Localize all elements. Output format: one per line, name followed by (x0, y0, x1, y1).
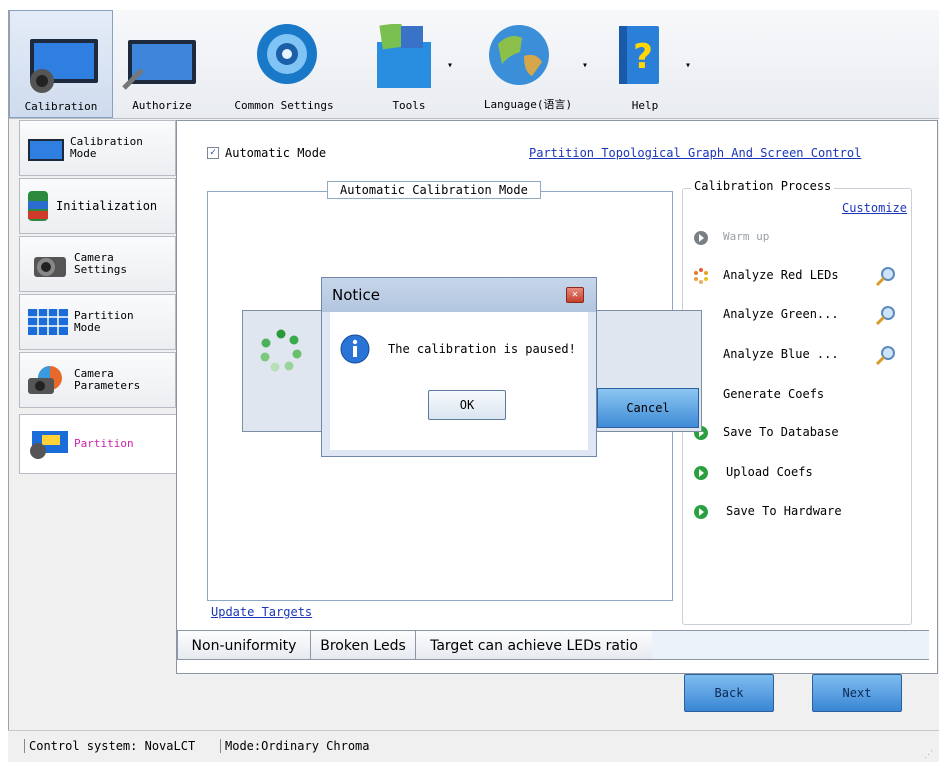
sidebar-item-sublabel: Parameters (74, 379, 141, 392)
step-label: Save To Hardware (726, 504, 842, 518)
step-label: Generate Coefs (723, 387, 825, 401)
partition-icon (30, 431, 68, 459)
magnifier-icon[interactable] (875, 344, 897, 366)
sidebar-item-sublabel: Mode (74, 321, 101, 334)
process-title: Calibration Process (691, 179, 835, 193)
tab-target-ratio[interactable]: Target can achieve LEDs ratio (415, 630, 653, 660)
sidebar: Calibration Mode Initialization Camera Set… (19, 118, 177, 708)
notice-body: The calibration is paused! OK (330, 312, 588, 450)
automatic-mode-checkbox[interactable]: ✓ (207, 147, 219, 159)
tab-broken-leds[interactable]: Broken Leds (310, 630, 416, 660)
magnifier-icon[interactable] (875, 304, 897, 326)
monitor-camera-icon (30, 39, 98, 93)
sidebar-item-calibration-mode[interactable]: Calibration Mode (19, 120, 176, 176)
step-label: Upload Coefs (726, 465, 813, 479)
sidebar-item-camera-parameters[interactable]: Camera Parameters (19, 352, 176, 408)
sidebar-item-sublabel: Mode (70, 147, 97, 160)
language-dropdown-icon[interactable]: ▾ (582, 60, 588, 71)
play-green-icon (694, 505, 708, 519)
spinner-icon (694, 268, 708, 284)
monitor-icon (28, 139, 64, 161)
automatic-mode-label: Automatic Mode (225, 146, 327, 160)
sidebar-item-initialization[interactable]: Initialization (19, 178, 176, 234)
step-done-icon (694, 231, 708, 245)
step-label: Analyze Red LEDs (723, 268, 839, 282)
step-label: Warm up (723, 230, 770, 243)
toolbar-calibration[interactable]: Calibration (9, 10, 113, 118)
info-icon (340, 334, 370, 364)
toolbar-tools-label: Tools (392, 99, 426, 112)
ok-button[interactable]: OK (428, 390, 506, 420)
update-targets-link[interactable]: Update Targets (211, 605, 312, 619)
toolbar-authorize[interactable]: Authorize (112, 10, 212, 116)
step-label: Analyze Blue ... (723, 347, 839, 361)
resize-grip-icon[interactable]: ⋰ (924, 750, 933, 760)
loading-spinner-icon (260, 329, 302, 372)
notice-message: The calibration is paused! (388, 342, 576, 356)
calibration-process-panel: Calibration Process Customize Warm up An… (682, 179, 912, 625)
group-title: Automatic Calibration Mode (327, 181, 541, 199)
svg-text:?: ? (633, 37, 653, 77)
play-green-icon (694, 466, 708, 480)
step-label: Save To Database (723, 425, 839, 439)
step-label: Analyze Green... (723, 307, 839, 321)
notice-title: Notice (322, 278, 596, 312)
magnifier-icon[interactable] (875, 265, 897, 287)
notice-dialog: Notice ✕ The calibration is paused! OK (321, 277, 597, 457)
sidebar-item-partition-mode[interactable]: Partition Mode (19, 294, 176, 350)
tools-icon (377, 24, 431, 88)
sidebar-item-label: Initialization (56, 199, 158, 213)
status-bar: Control system: NovaLCT Mode:Ordinary Ch… (8, 730, 939, 762)
grid-icon (28, 309, 68, 335)
sidebar-item-label: Partition (74, 437, 134, 450)
sidebar-item-partition[interactable]: Partition (19, 414, 176, 474)
globe-icon (489, 25, 549, 85)
next-button[interactable]: Next (812, 674, 902, 712)
back-button[interactable]: Back (684, 674, 774, 712)
database-icon (28, 191, 48, 221)
customize-link[interactable]: Customize (842, 201, 907, 215)
tools-dropdown-icon[interactable]: ▾ (447, 60, 453, 71)
mode-status: Mode:Ordinary Chroma (220, 739, 370, 753)
toolbar-language-label: Language(语言) (483, 98, 573, 111)
help-book-icon: ? (619, 26, 659, 84)
cancel-button[interactable]: Cancel (597, 388, 699, 428)
topology-link[interactable]: Partition Topological Graph And Screen C… (529, 146, 861, 160)
toolbar-authorize-label: Authorize (132, 99, 192, 112)
toolbar-calibration-label: Calibration (24, 100, 98, 113)
toolbar-help[interactable]: ? Help ▾ (599, 10, 691, 116)
tab-strip (652, 630, 929, 660)
control-system-status: Control system: NovaLCT (24, 739, 195, 753)
toolbar-language[interactable]: Language(语言) ▾ (464, 10, 592, 116)
tab-non-uniformity[interactable]: Non-uniformity (177, 630, 311, 660)
sidebar-item-camera-settings[interactable]: Camera Settings (19, 236, 176, 292)
gear-icon (257, 24, 317, 84)
toolbar-tools[interactable]: Tools ▾ (359, 10, 459, 116)
toolbar: Calibration Authorize Common Settings To… (9, 10, 939, 119)
camera-icon (34, 257, 66, 277)
camera-parameters-icon (28, 366, 62, 394)
close-icon[interactable]: ✕ (566, 287, 584, 303)
toolbar-common-settings[interactable]: Common Settings (219, 10, 349, 116)
help-dropdown-icon[interactable]: ▾ (685, 60, 691, 71)
authorize-icon (122, 40, 196, 90)
sidebar-item-sublabel: Settings (74, 263, 127, 276)
toolbar-common-settings-label: Common Settings (234, 99, 334, 112)
toolbar-help-label: Help (631, 99, 659, 112)
